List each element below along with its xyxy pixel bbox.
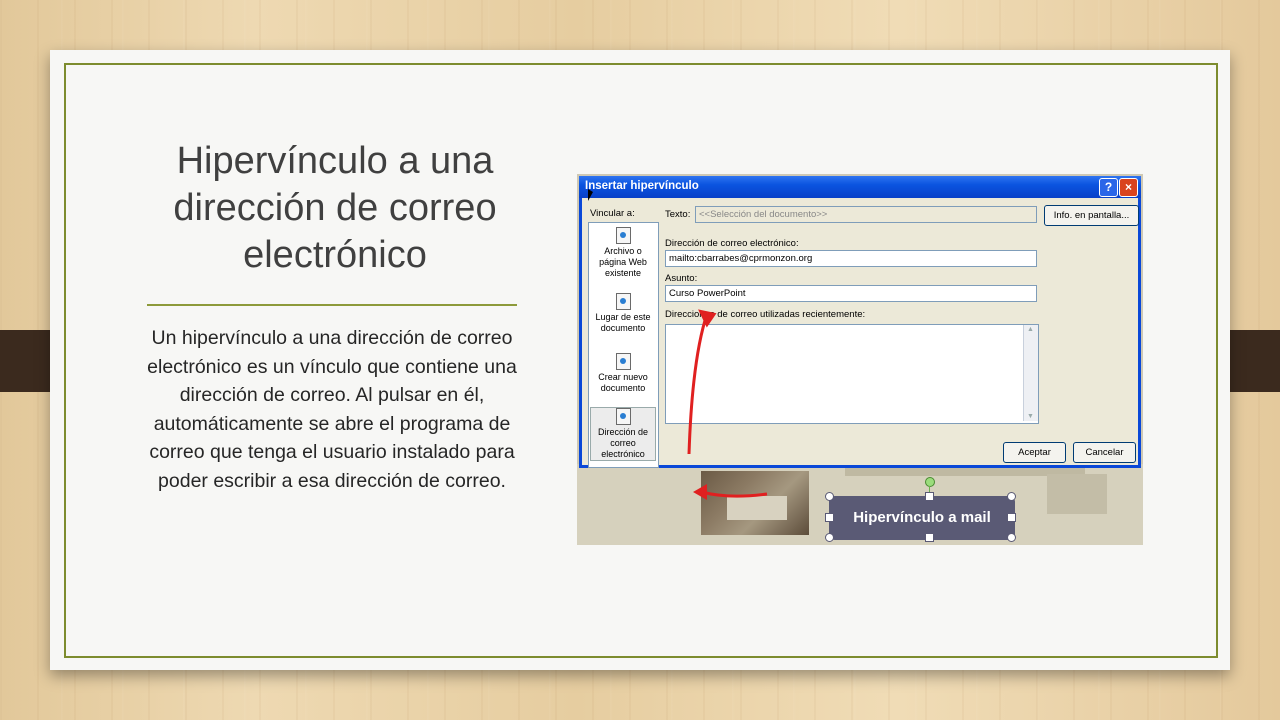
resize-handle[interactable] (1007, 492, 1016, 501)
email-address-label: Dirección de correo electrónico: (665, 238, 799, 249)
link-option-existing-file[interactable]: Archivo o página Web existente (591, 227, 655, 279)
screenshot-image: Hipervínculo a mail Insertar hipervíncul… (577, 174, 1143, 545)
ok-button[interactable]: Aceptar (1003, 442, 1066, 463)
slide-body-text: Un hipervínculo a una dirección de corre… (147, 327, 517, 492)
background-arrow-shape (1047, 474, 1107, 514)
link-option-label: Archivo o página Web existente (599, 246, 647, 278)
slide-title: Hipervínculo a una dirección de correo e… (173, 140, 497, 276)
document-place-icon (615, 293, 631, 310)
link-to-panel: Archivo o página Web existente Lugar de … (588, 222, 659, 468)
recent-addresses-list[interactable] (665, 324, 1039, 424)
subject-field[interactable]: Curso PowerPoint (665, 285, 1037, 302)
help-icon[interactable]: ? (1099, 178, 1118, 197)
recent-addresses-label: Direcciones de correo utilizadas recient… (665, 309, 866, 320)
resize-handle[interactable] (925, 533, 934, 542)
title-divider (147, 304, 517, 306)
resize-handle[interactable] (1007, 533, 1016, 542)
insert-hyperlink-dialog: Insertar hipervínculo ? × Vincular a: Ar… (579, 176, 1141, 468)
text-label: Texto: (665, 209, 691, 220)
resize-handle[interactable] (1007, 513, 1016, 522)
link-option-email-address[interactable]: Dirección de correo electrónico (590, 407, 656, 461)
rotation-handle[interactable] (925, 477, 935, 487)
resize-handle[interactable] (825, 492, 834, 501)
resize-handle[interactable] (925, 492, 934, 501)
hyperlink-shape[interactable]: Hipervínculo a mail (829, 496, 1015, 540)
cancel-button[interactable]: Cancelar (1073, 442, 1136, 463)
link-to-label: Vincular a: (590, 208, 635, 219)
new-document-icon (615, 353, 631, 370)
link-option-label: Dirección de correo electrónico (597, 427, 649, 459)
dialog-title: Insertar hipervínculo (585, 180, 699, 192)
link-option-new-document[interactable]: Crear nuevo documento (591, 353, 655, 394)
web-page-icon (615, 227, 631, 244)
close-icon[interactable]: × (1119, 178, 1138, 197)
subject-label: Asunto: (665, 273, 698, 284)
link-option-label: Crear nuevo documento (598, 372, 648, 393)
link-option-place-in-document[interactable]: Lugar de este documento (591, 293, 655, 334)
list-scrollbar[interactable] (1023, 325, 1038, 421)
dialog-titlebar: Insertar hipervínculo ? × (579, 176, 1141, 198)
email-icon (615, 408, 631, 425)
mouse-cursor-icon (588, 189, 593, 201)
link-option-label: Lugar de este documento (595, 312, 651, 333)
slide: Hipervínculo a una dirección de correo e… (50, 50, 1230, 670)
resize-handle[interactable] (825, 513, 834, 522)
screentip-button[interactable]: Info. en pantalla... (1044, 205, 1139, 226)
text-to-display-field[interactable]: <<Selección del documento>> (695, 206, 1037, 223)
email-address-field[interactable]: mailto:cbarrabes@cprmonzon.org (665, 250, 1037, 267)
photo-detail (727, 496, 787, 520)
resize-handle[interactable] (825, 533, 834, 542)
